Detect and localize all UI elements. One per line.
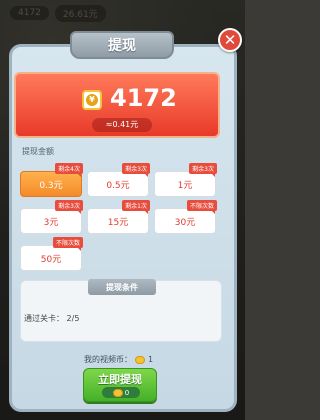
amount-option-4[interactable]: 15元 剩余1次 xyxy=(87,200,150,234)
video-coin-row: 我的视频币： 1 xyxy=(84,354,153,365)
option-value: 50元 xyxy=(40,254,62,265)
remaining-badge: 剩余3次 xyxy=(122,163,150,177)
remaining-badge: 不限次数 xyxy=(186,200,217,214)
option-value: 0.3元 xyxy=(39,180,63,191)
option-value: 15元 xyxy=(107,217,129,228)
modal-title: 提现 xyxy=(70,31,174,59)
amount-option-2[interactable]: 1元 剩余3次 xyxy=(154,163,217,197)
amount-option-3[interactable]: 3元 剩余3次 xyxy=(20,200,83,234)
remaining-badge: 不限次数 xyxy=(52,237,83,251)
withdraw-cost: 0 xyxy=(102,387,140,398)
close-button[interactable]: ✕ xyxy=(218,28,242,52)
amount-section-label: 提现金额 xyxy=(22,147,54,156)
option-value: 30元 xyxy=(174,217,196,228)
withdraw-label: 立即提现 xyxy=(98,373,142,386)
coin-icon: ¥ xyxy=(82,90,102,110)
video-coin-count: 1 xyxy=(148,355,154,364)
video-coin-label: 我的视频币： xyxy=(84,355,132,364)
amount-option-5[interactable]: 30元 不限次数 xyxy=(154,200,217,234)
amount-option-1[interactable]: 0.5元 剩余3次 xyxy=(87,163,150,197)
balance-rate: ≈0.41元 xyxy=(92,118,152,132)
amount-option-6[interactable]: 50元 不限次数 xyxy=(20,237,83,271)
remaining-badge: 剩余3次 xyxy=(55,200,83,214)
cost-coin-icon xyxy=(112,388,123,397)
option-value: 1元 xyxy=(177,180,193,191)
condition-title: 提现条件 xyxy=(88,279,156,295)
amount-option-0[interactable]: 0.3元 剩余4次 xyxy=(20,163,83,197)
cost-value: 0 xyxy=(124,388,130,397)
remaining-badge: 剩余1次 xyxy=(122,200,150,214)
remaining-badge: 剩余3次 xyxy=(189,163,217,177)
condition-progress: 通过关卡： 2/5 xyxy=(24,314,80,323)
withdraw-button[interactable]: 立即提现 0 xyxy=(83,368,157,402)
video-coin-icon xyxy=(135,355,145,364)
balance-amount: 4172 xyxy=(110,84,177,112)
option-value: 3元 xyxy=(43,217,59,228)
balance-banner: ¥ 4172 ≈0.41元 xyxy=(14,72,220,138)
remaining-badge: 剩余4次 xyxy=(55,163,83,177)
option-value: 0.5元 xyxy=(106,180,130,191)
